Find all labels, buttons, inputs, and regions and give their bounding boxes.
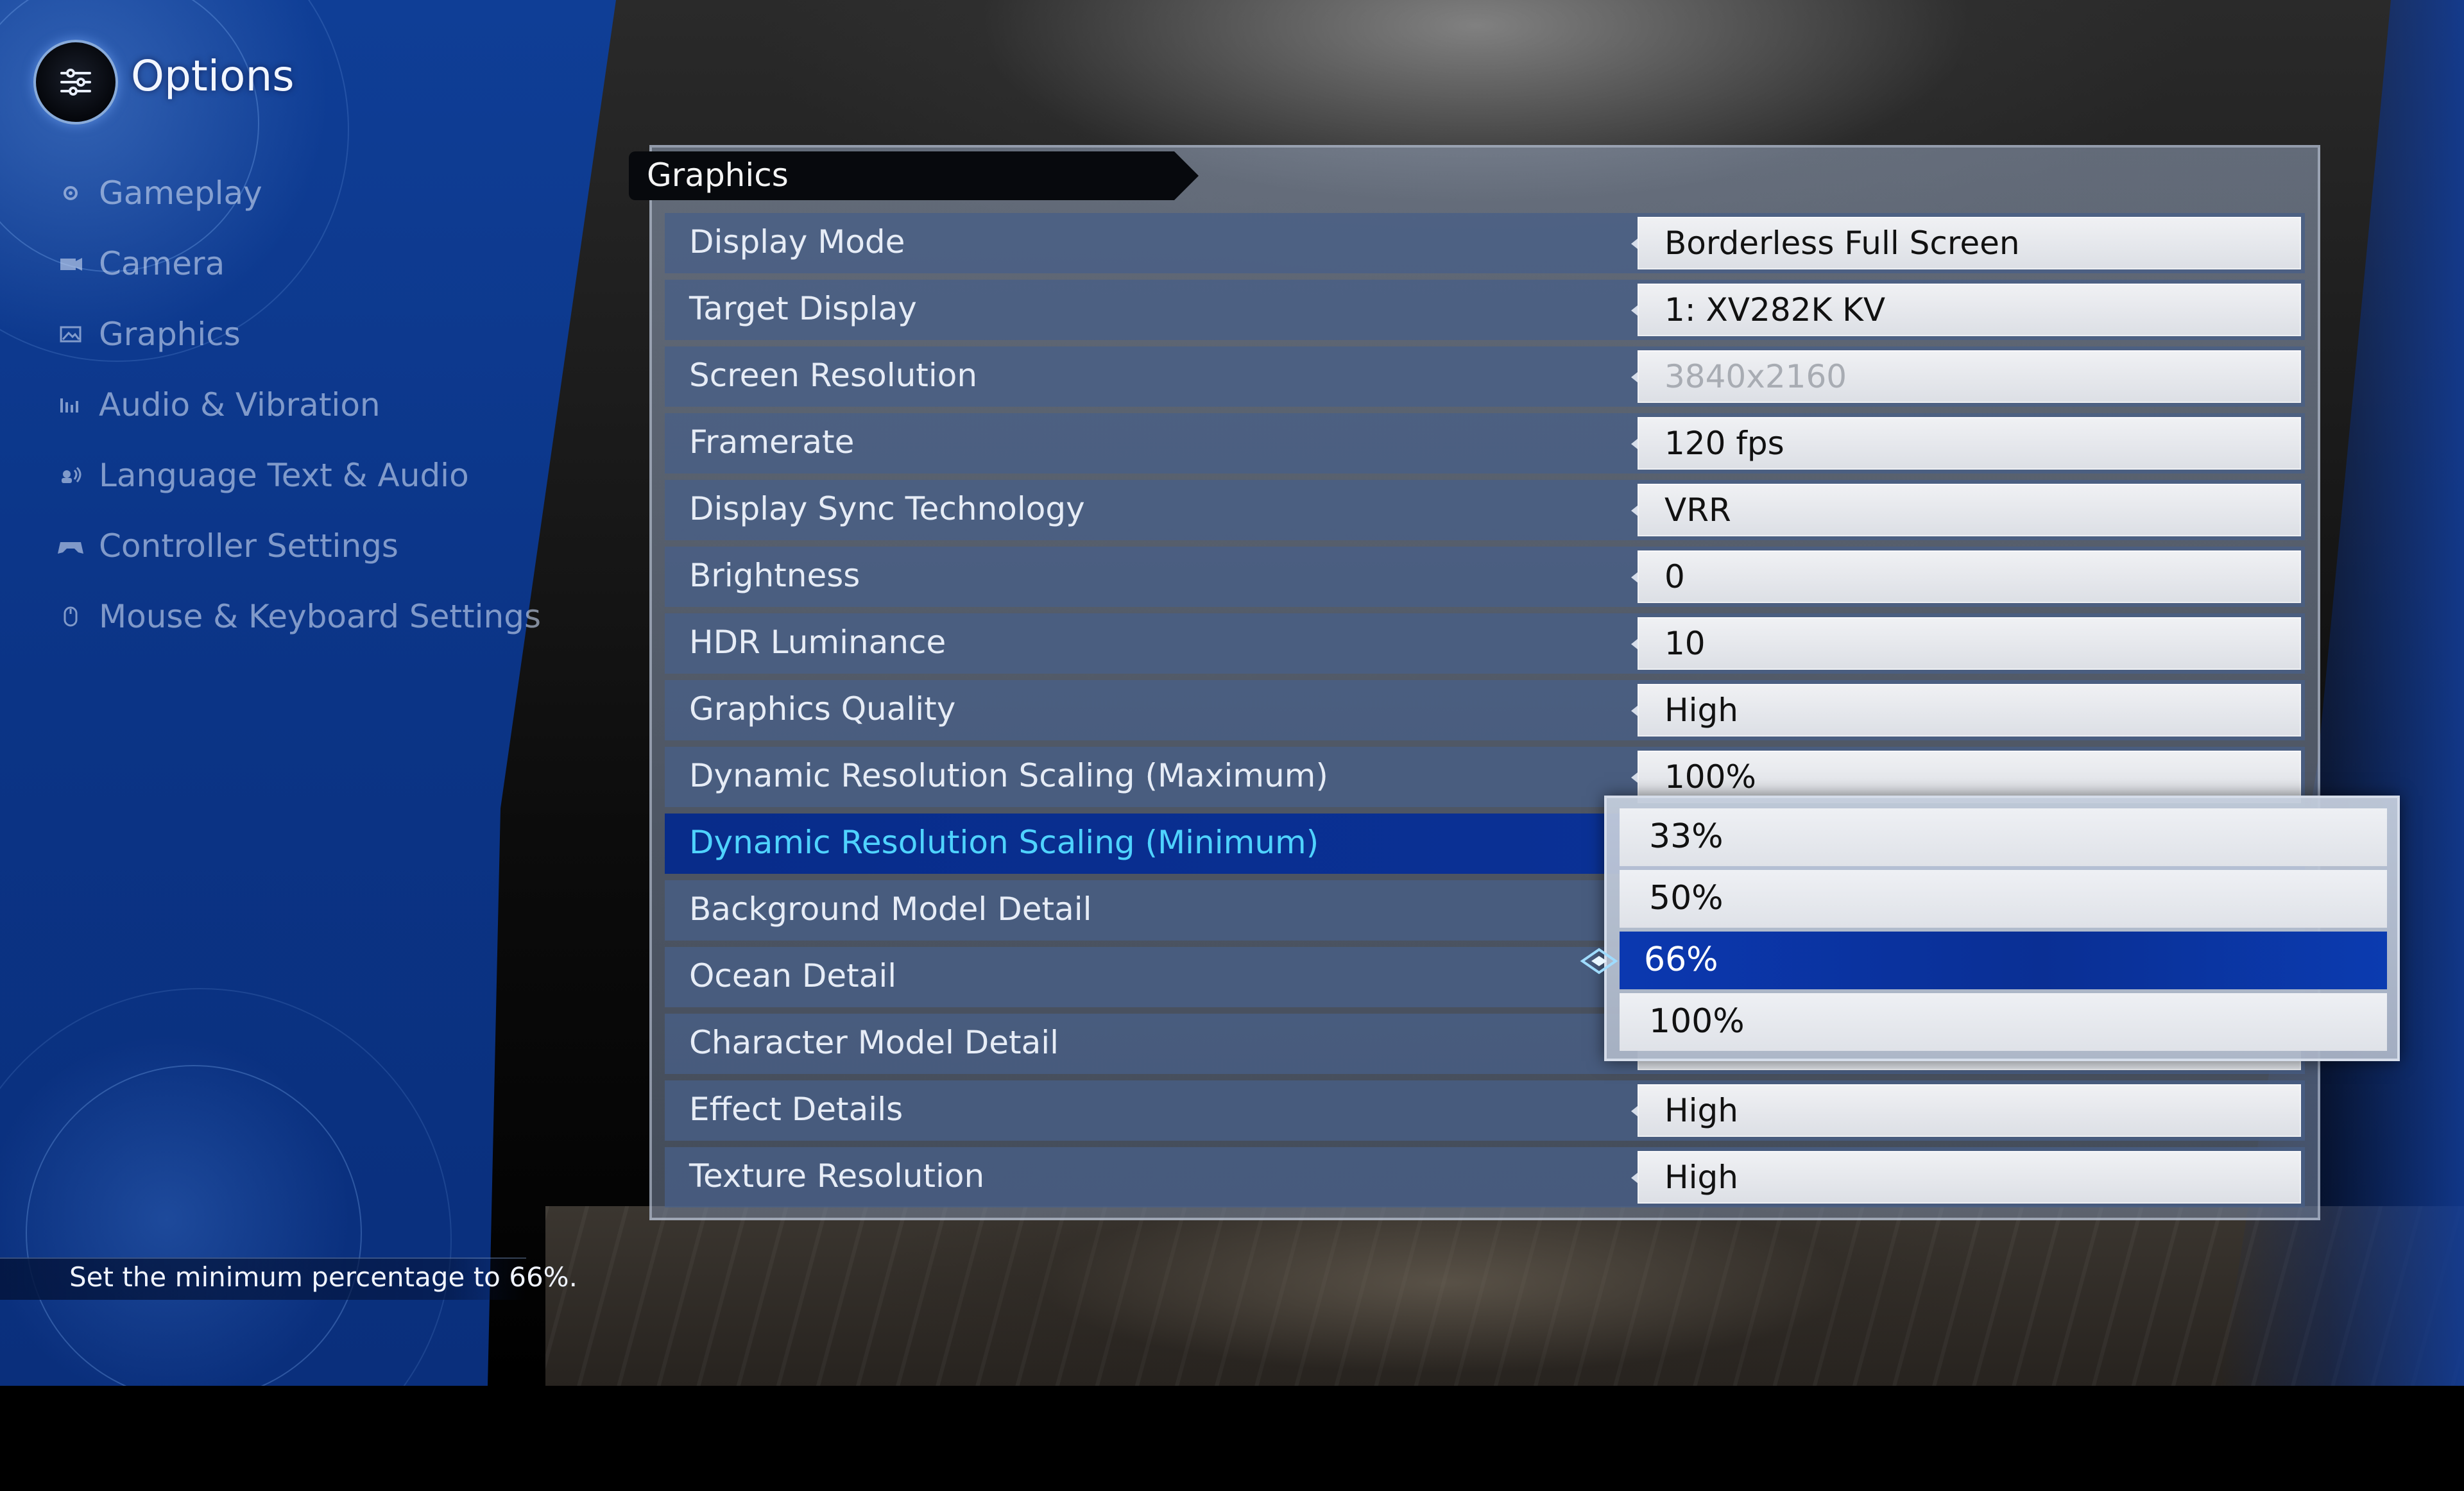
setting-row-brightness[interactable]: Brightness 0 (665, 547, 2305, 607)
setting-value: High (1664, 1159, 1738, 1196)
sidebar-item-label: Graphics (99, 316, 241, 353)
setting-label: Ocean Detail (689, 957, 897, 994)
help-text: Set the minimum percentage to 66%. (69, 1261, 578, 1293)
sidebar-item-label: Camera (99, 245, 225, 282)
options-emblem-icon (33, 40, 118, 124)
audio-bars-icon (56, 391, 85, 419)
setting-value: High (1664, 1092, 1738, 1129)
dropdown-option-label: 33% (1649, 817, 1724, 856)
setting-label: Dynamic Resolution Scaling (Maximum) (689, 757, 1328, 794)
sidebar-item-audio-vibration[interactable]: Audio & Vibration (56, 382, 381, 427)
setting-label: Character Model Detail (689, 1024, 1059, 1061)
image-icon (56, 320, 85, 348)
decor-ring (0, 988, 452, 1386)
setting-value-selector[interactable]: High (1631, 1151, 2301, 1204)
setting-row-framerate[interactable]: Framerate 120 fps (665, 413, 2305, 473)
setting-value-selector[interactable]: 0 (1631, 550, 2301, 603)
setting-value-selector: 3840x2160 (1631, 350, 2301, 403)
setting-label: Screen Resolution (689, 357, 978, 394)
dropdown-option-66[interactable]: 66% (1620, 932, 2387, 989)
mouse-icon (56, 602, 85, 631)
gamepad-icon (56, 532, 85, 560)
setting-value: VRR (1664, 491, 1731, 529)
setting-label: Background Model Detail (689, 890, 1092, 928)
setting-value-selector[interactable]: VRR (1631, 484, 2301, 536)
setting-value-selector[interactable]: 120 fps (1631, 417, 2301, 470)
setting-label: Graphics Quality (689, 690, 956, 728)
sidebar-item-gameplay[interactable]: Gameplay (56, 171, 262, 216)
sidebar-item-graphics[interactable]: Graphics (56, 312, 241, 357)
panel-title: Graphics (647, 157, 789, 194)
setting-label: Display Sync Technology (689, 490, 1085, 527)
dropdown-option-33[interactable]: 33% (1620, 808, 2387, 866)
sidebar-item-camera[interactable]: Camera (56, 241, 225, 286)
setting-label: Display Mode (689, 223, 905, 260)
setting-row-effect-details[interactable]: Effect Details High (665, 1080, 2305, 1141)
setting-value: 1: XV282K KV (1664, 291, 1886, 328)
setting-value: 3840x2160 (1664, 358, 1847, 395)
setting-value-selector[interactable]: 10 (1631, 617, 2301, 670)
setting-row-target-display[interactable]: Target Display 1: XV282K KV (665, 280, 2305, 340)
dropdown-option-label: 50% (1649, 879, 1724, 917)
setting-value: 10 (1664, 625, 1706, 662)
gear-icon (56, 179, 85, 207)
setting-label: HDR Luminance (689, 624, 946, 661)
setting-value: 0 (1664, 558, 1685, 595)
setting-row-hdr-luminance[interactable]: HDR Luminance 10 (665, 613, 2305, 674)
dropdown-option-label: 66% (1644, 941, 1718, 979)
setting-row-screen-resolution[interactable]: Screen Resolution 3840x2160 (665, 346, 2305, 407)
setting-value: Borderless Full Screen (1664, 225, 2020, 262)
drs-minimum-dropdown: 33% 50% 66% 100% (1604, 796, 2400, 1061)
setting-label: Brightness (689, 557, 860, 594)
sliders-icon (60, 69, 91, 96)
sidebar-item-label: Audio & Vibration (99, 386, 381, 423)
sidebar-item-mouse-keyboard[interactable]: Mouse & Keyboard Settings (56, 594, 541, 639)
speech-icon (56, 461, 85, 490)
selection-cursor-icon (1580, 948, 1618, 975)
sidebar-item-language[interactable]: Language Text & Audio (56, 453, 469, 498)
dropdown-option-50[interactable]: 50% (1620, 870, 2387, 928)
setting-value: 120 fps (1664, 425, 1784, 462)
sidebar-item-label: Controller Settings (99, 527, 398, 565)
floor-backdrop (545, 1206, 2464, 1386)
sidebar-item-label: Gameplay (99, 175, 262, 212)
setting-row-display-sync[interactable]: Display Sync Technology VRR (665, 480, 2305, 540)
setting-label: Target Display (689, 290, 917, 327)
setting-label: Effect Details (689, 1091, 903, 1128)
setting-label: Framerate (689, 423, 855, 461)
sidebar-item-controller[interactable]: Controller Settings (56, 524, 398, 568)
setting-value-selector[interactable]: High (1631, 684, 2301, 737)
setting-value-selector[interactable]: High (1631, 1084, 2301, 1137)
setting-value: 100% (1664, 758, 1756, 796)
sidebar-item-label: Language Text & Audio (99, 457, 469, 494)
sidebar-item-label: Mouse & Keyboard Settings (99, 598, 542, 635)
setting-row-texture-resolution[interactable]: Texture Resolution High (665, 1147, 2305, 1207)
setting-row-display-mode[interactable]: Display Mode Borderless Full Screen (665, 213, 2305, 273)
dropdown-option-100[interactable]: 100% (1620, 993, 2387, 1051)
setting-value: High (1664, 692, 1738, 729)
setting-value-selector[interactable]: Borderless Full Screen (1631, 217, 2301, 269)
setting-label: Texture Resolution (689, 1157, 985, 1195)
setting-row-graphics-quality[interactable]: Graphics Quality High (665, 680, 2305, 740)
setting-value-selector[interactable]: 1: XV282K KV (1631, 284, 2301, 336)
camera-icon (56, 250, 85, 278)
setting-label: Dynamic Resolution Scaling (Minimum) (689, 824, 1319, 861)
dropdown-option-label: 100% (1649, 1002, 1745, 1041)
page-title: Options (131, 51, 295, 101)
